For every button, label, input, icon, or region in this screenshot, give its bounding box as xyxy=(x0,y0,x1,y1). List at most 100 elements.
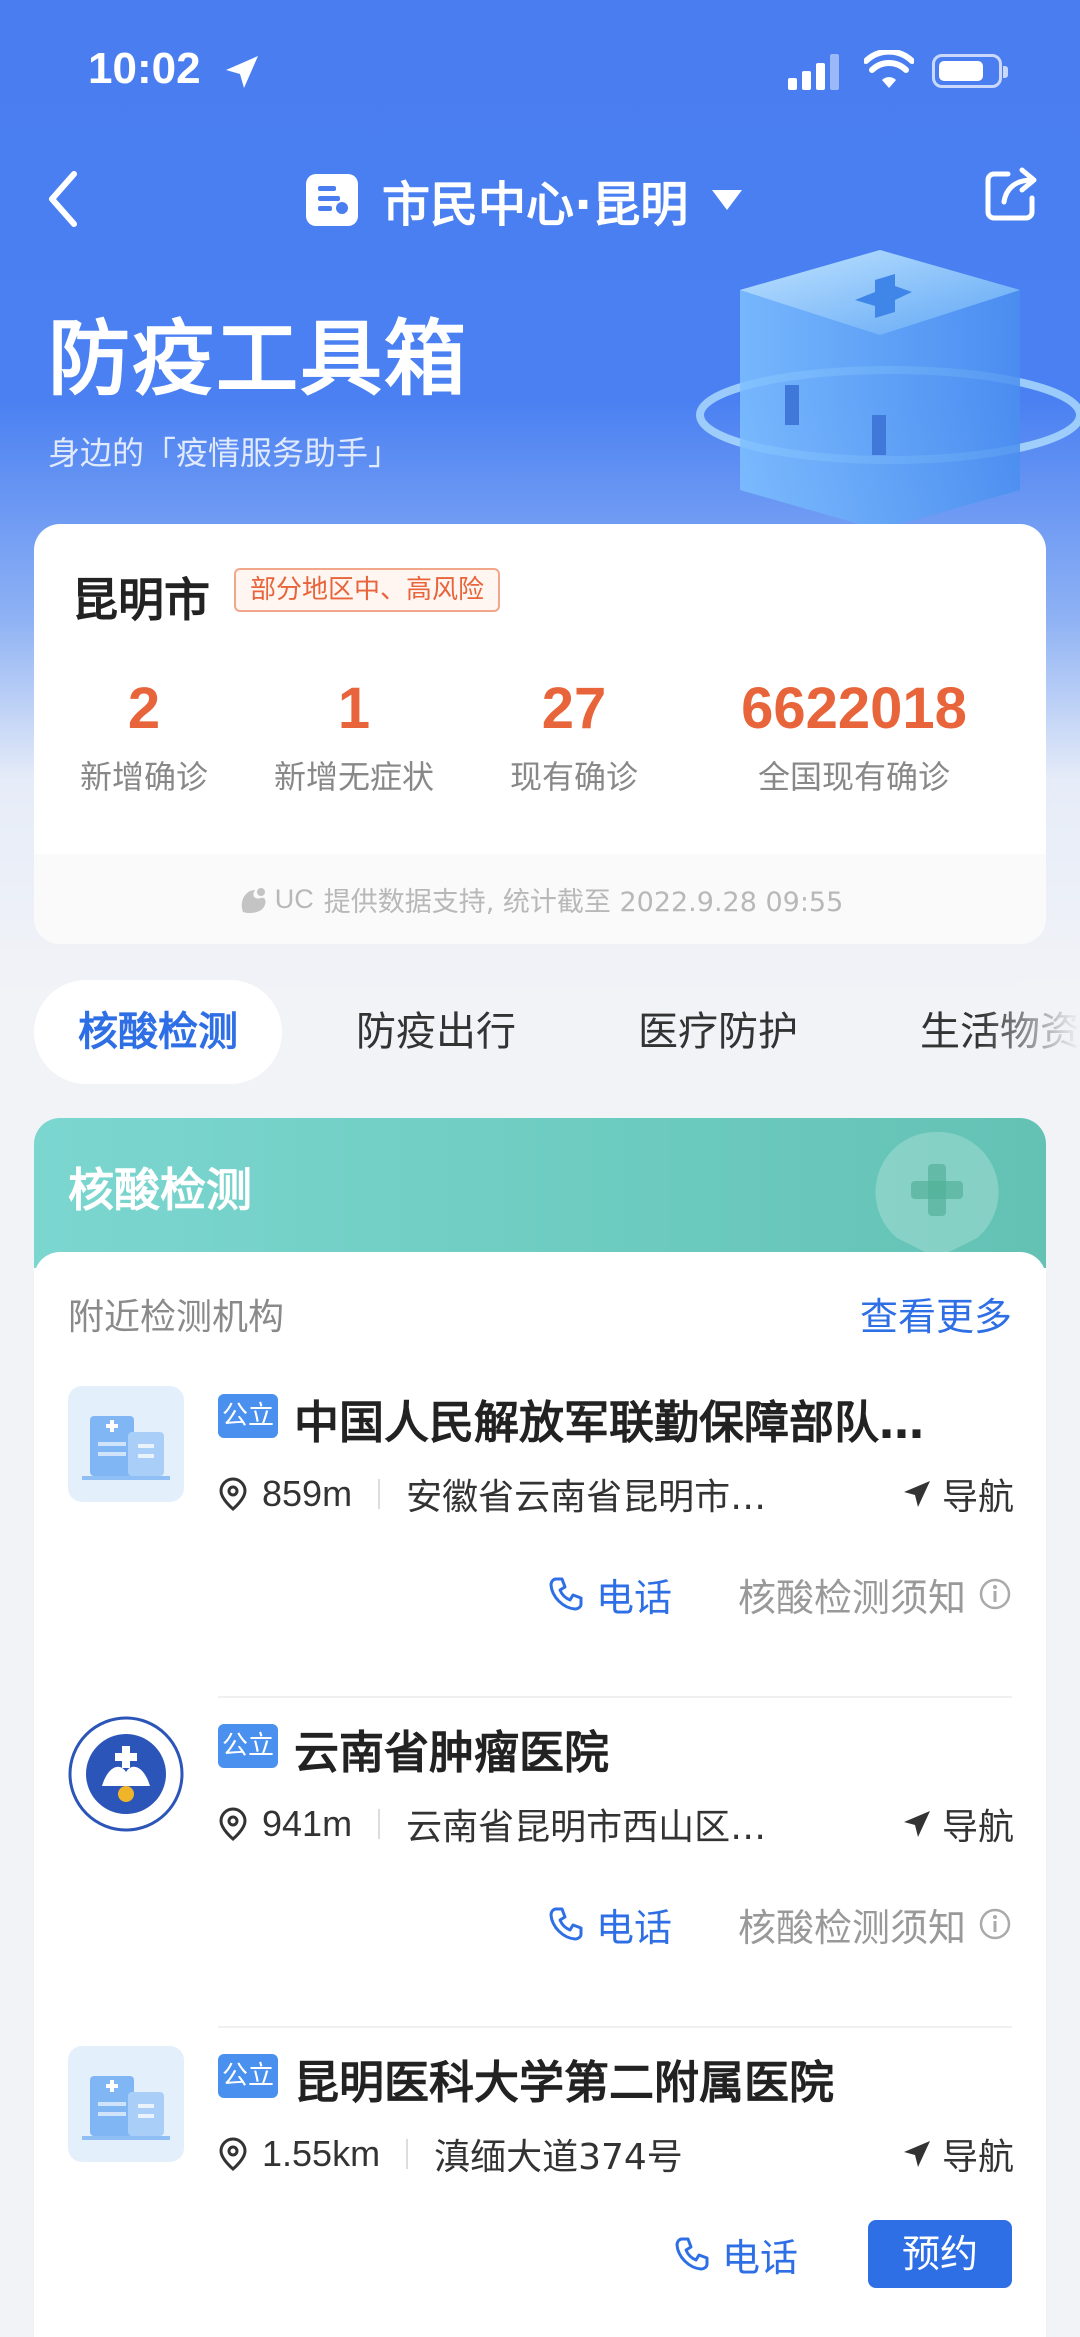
separator xyxy=(406,2139,409,2169)
hospital-building-icon xyxy=(68,1386,184,1502)
phone-icon xyxy=(675,2237,709,2271)
stat-label: 新增确诊 xyxy=(79,758,208,796)
test-notice-link[interactable]: 核酸检测须知 xyxy=(738,1897,1012,1952)
separator xyxy=(378,1479,381,1509)
uc-squirrel-icon xyxy=(241,888,266,914)
test-notice-link[interactable]: 核酸检测须知 xyxy=(738,1567,1012,1622)
status-time: 10:02 xyxy=(88,44,201,93)
info-icon xyxy=(979,1578,1011,1610)
city-selector[interactable]: 市民中心·昆明 xyxy=(306,160,744,240)
list-item[interactable]: 公立 昆明医科大学第二附属医院 1.55km 滇缅大道374号 导航 电话 预约 xyxy=(34,2046,1046,2337)
item-actions: 电话 核酸检测须知 xyxy=(548,1894,1012,1954)
stat-new-confirmed: 2 新增确诊 xyxy=(64,674,224,798)
medical-kit-illustration xyxy=(696,250,1080,530)
phone-button[interactable]: 电话 xyxy=(548,1897,672,1952)
phone-button[interactable]: 电话 xyxy=(548,1567,672,1622)
tab-travel[interactable]: 防疫出行 xyxy=(356,980,516,1084)
stat-current-confirmed: 27 现有确诊 xyxy=(494,674,654,798)
section-body: 附近检测机构 查看更多 公立 中国人民解放军联勤保障部队… 859m 安徽省云南… xyxy=(34,1252,1046,2337)
institution-name[interactable]: 云南省肿瘤医院 xyxy=(294,1716,1014,1781)
phone-label: 电话 xyxy=(595,1575,672,1620)
phone-button[interactable]: 电话 xyxy=(674,2227,798,2282)
navigate-label: 导航 xyxy=(941,1477,1014,1518)
item-actions: 电话 核酸检测须知 xyxy=(548,1564,1012,1624)
nav-title: 市民中心·昆明 xyxy=(382,177,689,233)
share-icon[interactable] xyxy=(984,164,1040,224)
navigate-label: 导航 xyxy=(941,2137,1014,2178)
navigate-button[interactable]: 导航 xyxy=(902,2128,1014,2180)
stat-value: 2 xyxy=(127,676,161,741)
phone-icon xyxy=(549,1577,583,1611)
distance: 941m xyxy=(262,1803,353,1844)
tab-medical-protection[interactable]: 医疗防护 xyxy=(638,980,798,1084)
city-name: 昆明市 xyxy=(72,573,210,627)
item-actions: 电话 预约 xyxy=(674,2220,1012,2288)
source-brand: UC xyxy=(274,883,314,914)
tabs-fade xyxy=(980,980,1080,1084)
institution-name[interactable]: 中国人民解放军联勤保障部队… xyxy=(294,1386,1014,1451)
battery-icon xyxy=(932,54,1008,88)
list-item[interactable]: 公立 中国人民解放军联勤保障部队… 859m 安徽省云南省昆明市… 导航 电话 … xyxy=(34,1386,1046,1706)
plus-pin-icon xyxy=(875,1131,999,1258)
notice-label: 核酸检测须知 xyxy=(737,1575,966,1620)
phone-label: 电话 xyxy=(721,2235,798,2280)
citizen-center-icon xyxy=(306,174,358,226)
distance: 859m xyxy=(262,1473,353,1514)
navigate-arrow-icon xyxy=(903,2141,930,2167)
data-source-footer: UC 提供数据支持, 统计截至 2022.9.28 09:55 xyxy=(34,854,1046,944)
wifi-icon xyxy=(864,50,914,88)
address: 安徽省云南省昆明市… xyxy=(406,1477,767,1518)
navigate-button[interactable]: 导航 xyxy=(902,1798,1014,1850)
meta-row: 941m 云南省昆明市西山区… 导航 xyxy=(218,1796,1014,1852)
location-pin-icon xyxy=(219,1477,247,1511)
stat-new-asymptomatic: 1 新增无症状 xyxy=(264,674,444,798)
hospital-building-icon xyxy=(68,2046,184,2162)
location-pin-icon xyxy=(219,1807,247,1841)
address: 云南省昆明市西山区… xyxy=(406,1807,767,1848)
public-badge: 公立 xyxy=(218,1394,278,1438)
page-subtitle: 身边的「疫情服务助手」 xyxy=(48,434,401,472)
stat-label: 新增无症状 xyxy=(273,758,434,796)
separator xyxy=(378,1809,381,1839)
nearby-label: 附近检测机构 xyxy=(68,1297,285,1338)
epidemic-stats-card: 昆明市 部分地区中、高风险 2 新增确诊 1 新增无症状 27 现有确诊 662… xyxy=(34,524,1046,944)
navigate-arrow-icon xyxy=(903,1811,930,1837)
page-title: 防疫工具箱 xyxy=(48,312,469,407)
stat-label: 现有确诊 xyxy=(509,758,638,796)
location-pin-icon xyxy=(219,2137,247,2171)
navigate-arrow-icon xyxy=(903,1481,930,1507)
list-item[interactable]: 公立 云南省肿瘤医院 941m 云南省昆明市西山区… 导航 电话 核酸检测须知 xyxy=(34,1716,1046,2036)
distance: 1.55km xyxy=(262,2133,381,2174)
dropdown-caret-icon xyxy=(712,190,743,210)
address: 滇缅大道374号 xyxy=(434,2137,683,2178)
meta-row: 859m 安徽省云南省昆明市… 导航 xyxy=(218,1466,1014,1522)
category-tabs: 核酸检测 防疫出行 医疗防护 生活物资 xyxy=(34,980,1080,1084)
stat-national-confirmed: 6622018 全国现有确诊 xyxy=(704,674,1004,798)
navigate-button[interactable]: 导航 xyxy=(902,1468,1014,1520)
status-bar: 10:02 xyxy=(0,0,1080,140)
back-chevron-icon[interactable] xyxy=(40,164,88,234)
hospital-logo-icon xyxy=(68,1716,184,1832)
location-arrow-icon xyxy=(226,56,258,88)
info-icon xyxy=(979,1908,1011,1940)
section-title: 核酸检测 xyxy=(68,1163,252,1217)
signal-icon xyxy=(788,54,839,90)
phone-icon xyxy=(549,1907,583,1941)
nav-bar: 市民中心·昆明 xyxy=(0,150,1080,250)
book-button[interactable]: 预约 xyxy=(868,2220,1012,2288)
nucleic-test-section: 核酸检测 附近检测机构 查看更多 公立 中国人民解放军联勤保障部队… 859m … xyxy=(34,1118,1046,2337)
public-badge: 公立 xyxy=(218,1724,278,1768)
view-more-link[interactable]: 查看更多 xyxy=(860,1286,1012,1341)
stat-value: 27 xyxy=(541,676,607,741)
stat-label: 全国现有确诊 xyxy=(757,758,950,796)
risk-badge: 部分地区中、高风险 xyxy=(234,568,501,612)
notice-label: 核酸检测须知 xyxy=(737,1905,966,1950)
stat-value: 6622018 xyxy=(741,676,967,741)
tab-nucleic-test[interactable]: 核酸检测 xyxy=(34,980,282,1084)
public-badge: 公立 xyxy=(218,2054,278,2098)
section-header: 核酸检测 xyxy=(34,1118,1046,1268)
divider xyxy=(218,2026,1012,2028)
source-text: 提供数据支持, 统计截至 2022.9.28 09:55 xyxy=(323,886,844,918)
institution-name[interactable]: 昆明医科大学第二附属医院 xyxy=(294,2046,1014,2111)
stat-value: 1 xyxy=(337,676,371,741)
